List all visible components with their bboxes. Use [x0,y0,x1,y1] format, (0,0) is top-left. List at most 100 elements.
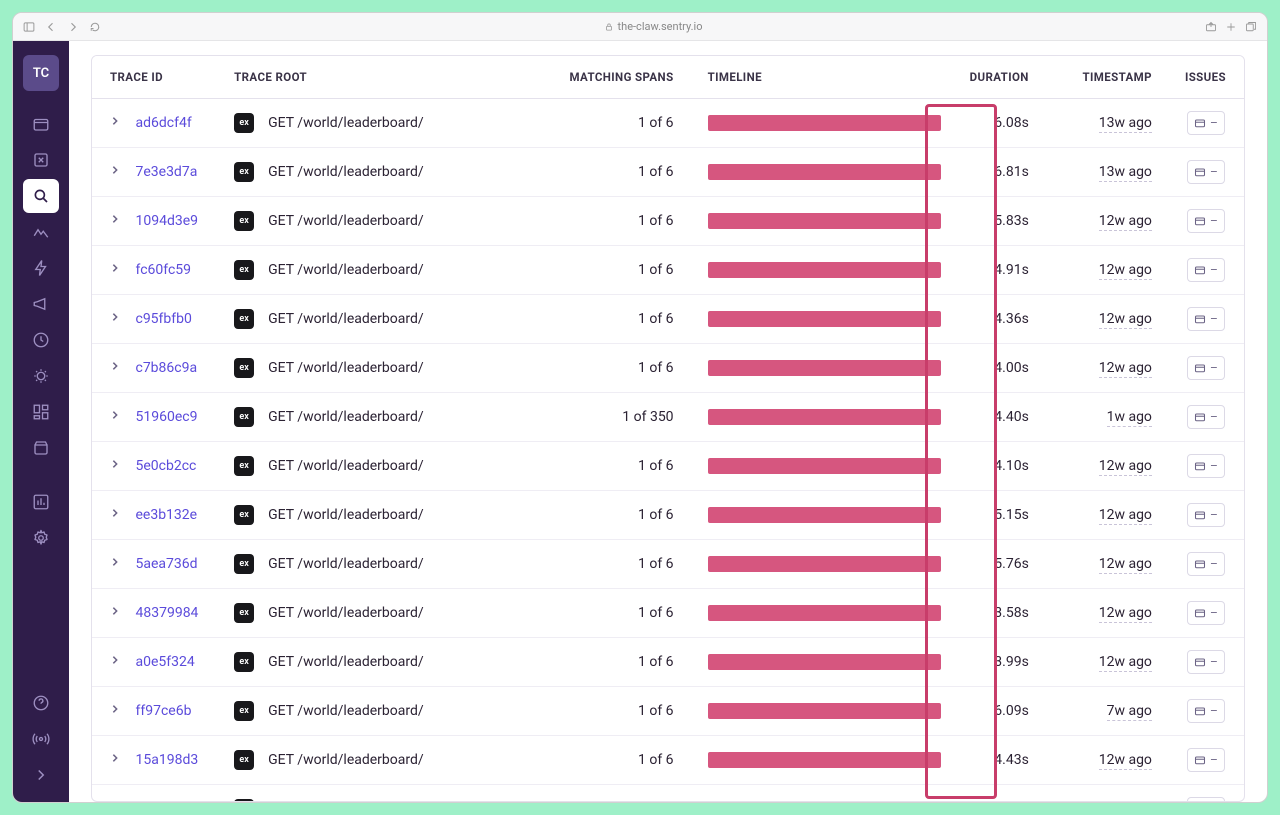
address-bar-domain[interactable]: the-claw.sentry.io [618,20,703,33]
nav-collapse-icon[interactable] [23,758,59,792]
nav-releases-icon[interactable] [23,431,59,465]
trace-id-link[interactable]: 48379984 [135,605,198,621]
trace-root-text[interactable]: GET /world/leaderboard/ [268,507,424,523]
trace-id-link[interactable]: 7e3e3d7a [135,164,197,180]
expand-row-icon[interactable] [110,361,124,375]
issues-button[interactable]: – [1187,650,1225,674]
nav-help-icon[interactable] [23,686,59,720]
issues-button[interactable]: – [1187,258,1225,282]
issues-button[interactable]: – [1187,111,1225,135]
expand-row-icon[interactable] [110,410,124,424]
issues-button[interactable]: – [1187,552,1225,576]
trace-id-link[interactable]: c7b86c9a [135,360,197,376]
timeline-bar [708,507,941,523]
back-icon[interactable] [45,21,57,33]
trace-root-text[interactable]: GET /world/leaderboard/ [268,360,424,376]
expand-row-icon[interactable] [110,557,124,571]
content-area: TRACE ID TRACE ROOT MATCHING SPANS TIMEL… [69,41,1267,802]
expand-row-icon[interactable] [110,704,124,718]
org-logo[interactable]: TC [23,55,59,91]
col-header-trace-root[interactable]: TRACE ROOT [224,56,554,99]
expand-row-icon[interactable] [110,165,124,179]
nav-stats-icon[interactable] [23,485,59,519]
trace-root-text[interactable]: GET /world/leaderboard/ [268,458,424,474]
share-icon[interactable] [1205,21,1217,33]
trace-root-text[interactable]: GET /world/leaderboard/ [268,703,424,719]
issues-button[interactable]: – [1187,748,1225,772]
matching-spans-value: 1 of 6 [554,197,697,246]
issues-button[interactable]: – [1187,797,1225,802]
new-tab-icon[interactable] [1225,21,1237,33]
expand-row-icon[interactable] [110,116,124,130]
expand-row-icon[interactable] [110,753,124,767]
col-header-timeline[interactable]: TIMELINE [698,56,951,99]
issues-button[interactable]: – [1187,699,1225,723]
trace-id-link[interactable]: 277d5d44 [135,801,198,802]
trace-id-link[interactable]: a0e5f324 [135,654,194,670]
expand-row-icon[interactable] [110,214,124,228]
nav-issues-icon[interactable] [23,143,59,177]
nav-history-icon[interactable] [23,323,59,357]
expand-row-icon[interactable] [110,508,124,522]
trace-id-link[interactable]: 15a198d3 [135,752,198,768]
trace-root-text[interactable]: GET /world/leaderboard/ [268,409,424,425]
matching-spans-value: 1 of 350 [554,393,697,442]
forward-icon[interactable] [67,21,79,33]
expand-row-icon[interactable] [110,263,124,277]
trace-root-text[interactable]: GET /world/leaderboard/ [268,556,424,572]
trace-root-text[interactable]: GET /world/leaderboard/ [268,262,424,278]
col-header-trace-id[interactable]: TRACE ID [92,56,224,99]
issues-button[interactable]: – [1187,454,1225,478]
nav-dashboards-icon[interactable] [23,395,59,429]
nav-settings-icon[interactable] [23,521,59,555]
timestamp-value: 12w ago [1099,262,1152,280]
trace-root-text[interactable]: GET /world/leaderboard/ [268,801,424,802]
trace-id-link[interactable]: 51960ec9 [135,409,197,425]
trace-id-link[interactable]: 1094d3e9 [135,213,198,229]
issues-button[interactable]: – [1187,503,1225,527]
expand-row-icon[interactable] [110,606,124,620]
nav-lightning-icon[interactable] [23,251,59,285]
nav-projects-icon[interactable] [23,107,59,141]
trace-root-text[interactable]: GET /world/leaderboard/ [268,164,424,180]
nav-performance-icon[interactable] [23,215,59,249]
trace-root-text[interactable]: GET /world/leaderboard/ [268,752,424,768]
lock-icon [604,22,614,32]
trace-root-text[interactable]: GET /world/leaderboard/ [268,213,424,229]
nav-broadcast-icon[interactable] [23,722,59,756]
col-header-duration[interactable]: DURATION [951,56,1047,99]
trace-id-link[interactable]: ee3b132e [135,507,197,523]
trace-root-text[interactable]: GET /world/leaderboard/ [268,311,424,327]
col-header-issues[interactable]: ISSUES [1168,56,1244,99]
trace-root-text[interactable]: GET /world/leaderboard/ [268,115,424,131]
issues-button[interactable]: – [1187,307,1225,331]
issues-button[interactable]: – [1187,405,1225,429]
issues-button[interactable]: – [1187,160,1225,184]
tabs-icon[interactable] [1245,21,1257,33]
trace-id-link[interactable]: c95fbfb0 [135,311,191,327]
col-header-matching-spans[interactable]: MATCHING SPANS [554,56,697,99]
expand-row-icon[interactable] [110,312,124,326]
reload-icon[interactable] [89,21,101,33]
timeline-bar [708,654,941,670]
timestamp-value: 12w ago [1099,605,1152,623]
trace-id-link[interactable]: 5aea736d [135,556,197,572]
trace-id-link[interactable]: ff97ce6b [135,703,191,719]
trace-root-text[interactable]: GET /world/leaderboard/ [268,605,424,621]
issues-button[interactable]: – [1187,356,1225,380]
nav-megaphone-icon[interactable] [23,287,59,321]
matching-spans-value: 1 of 6 [554,99,697,148]
issues-count: – [1210,116,1218,130]
trace-id-link[interactable]: fc60fc59 [135,262,191,278]
trace-id-link[interactable]: ad6dcf4f [135,115,191,131]
trace-root-text[interactable]: GET /world/leaderboard/ [268,654,424,670]
sidebar-toggle-icon[interactable] [23,21,35,33]
issues-button[interactable]: – [1187,209,1225,233]
expand-row-icon[interactable] [110,655,124,669]
col-header-timestamp[interactable]: TIMESTAMP [1047,56,1168,99]
trace-id-link[interactable]: 5e0cb2cc [135,458,196,474]
issues-button[interactable]: – [1187,601,1225,625]
nav-explore-icon[interactable] [23,179,59,213]
expand-row-icon[interactable] [110,459,124,473]
nav-alerts-icon[interactable] [23,359,59,393]
